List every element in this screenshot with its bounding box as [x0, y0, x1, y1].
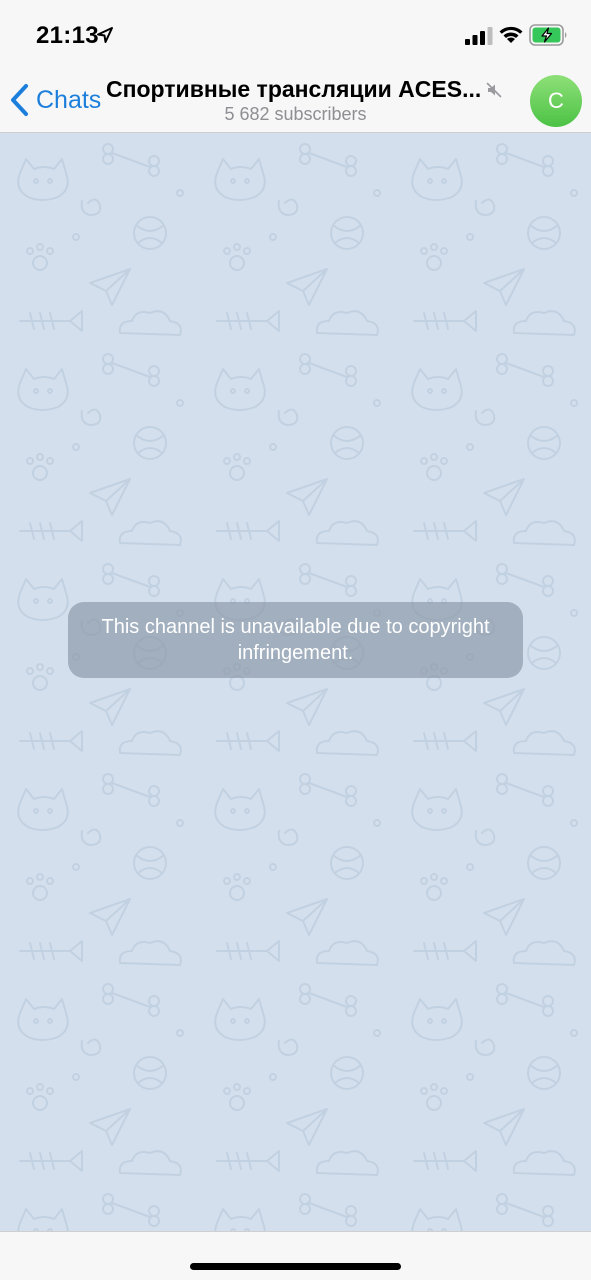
chat-header: Chats Спортивные трансляции ACES... 5 68… — [0, 68, 591, 133]
mute-icon — [486, 82, 502, 98]
doodle-wallpaper — [0, 133, 591, 1231]
location-arrow-icon — [97, 27, 113, 43]
chat-area: This channel is unavailable due to copyr… — [0, 133, 591, 1231]
status-time: 21:13 — [36, 22, 99, 49]
home-indicator[interactable] — [190, 1263, 401, 1270]
wifi-icon — [499, 26, 523, 43]
battery-charging-icon — [529, 24, 567, 46]
status-bar: 21:13 — [0, 0, 591, 68]
subscriber-count: 5 682 subscribers — [224, 104, 367, 124]
bottom-bar — [0, 1231, 591, 1280]
telegram-channel-screen: 21:13 Chats Спортивные трансляции ACES..… — [0, 0, 591, 1280]
unavailable-notice: This channel is unavailable due to copyr… — [68, 602, 523, 678]
channel-title[interactable]: Спортивные трансляции ACES... — [106, 76, 482, 103]
cellular-signal-icon — [465, 27, 493, 45]
channel-avatar[interactable]: C — [530, 75, 582, 127]
